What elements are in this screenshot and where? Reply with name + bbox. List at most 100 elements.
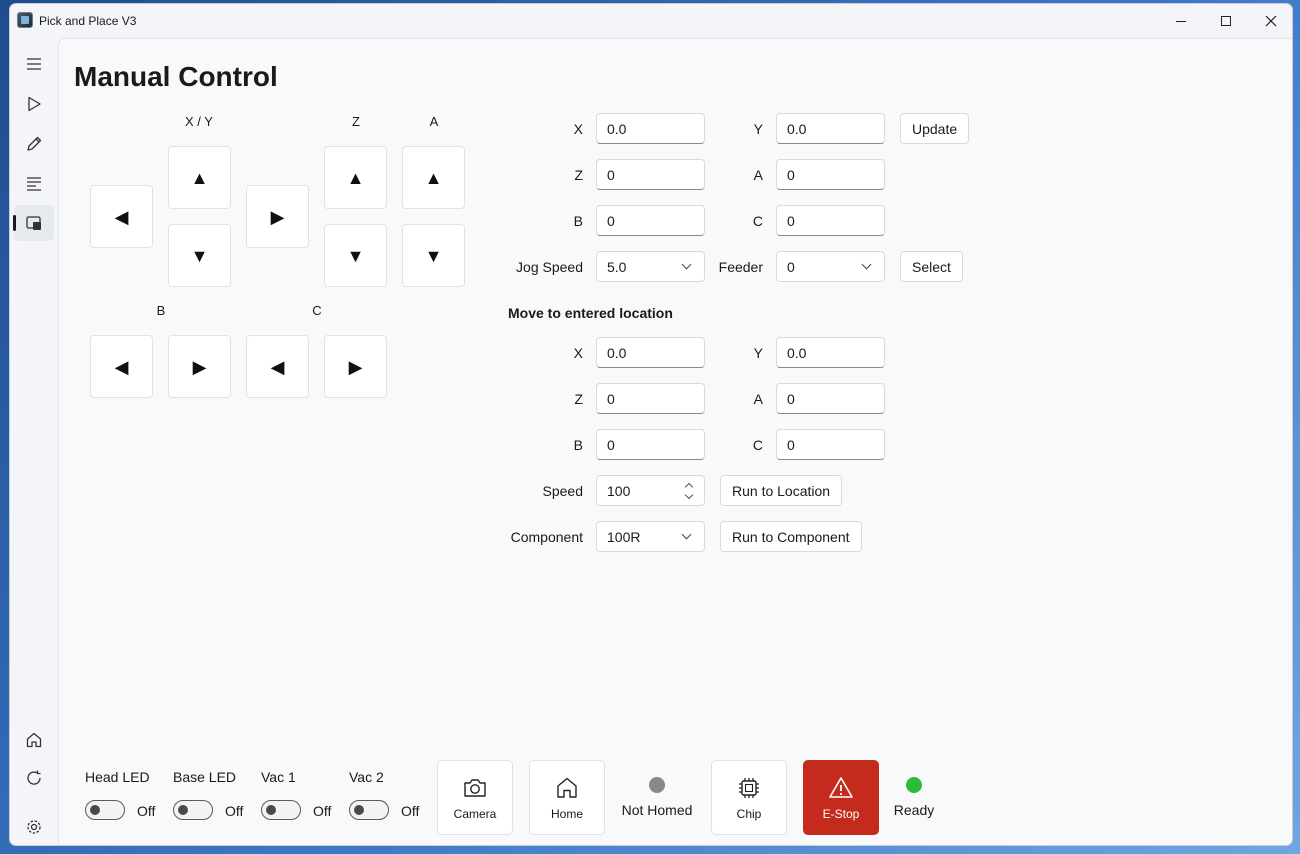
current-z-label: Z	[574, 167, 583, 183]
speed-stepper[interactable]: 100	[596, 475, 705, 506]
camera-button[interactable]: Camera	[437, 760, 513, 835]
window-title: Pick and Place V3	[39, 14, 137, 28]
app-icon	[17, 12, 33, 28]
feeder-value: 0	[787, 258, 795, 275]
z-axis-label: Z	[352, 114, 360, 129]
move-y-field[interactable]: 0.0	[776, 337, 885, 368]
feeder-label: Feeder	[718, 259, 763, 275]
chip-icon	[739, 777, 759, 798]
head-led-label: Head LED	[85, 769, 150, 785]
jog-a-down-button[interactable]: ▼	[402, 224, 465, 287]
jog-y-down-button[interactable]: ▼	[168, 224, 231, 287]
camera-icon	[464, 778, 486, 797]
vac1-toggle[interactable]	[261, 800, 301, 820]
update-button[interactable]: Update	[900, 113, 970, 144]
run-to-component-button[interactable]: Run to Component	[720, 521, 862, 552]
maximize-icon	[1221, 16, 1231, 26]
home-icon	[26, 732, 42, 748]
chip-button[interactable]: Chip	[711, 760, 787, 835]
xy-axis-label: X / Y	[185, 114, 213, 129]
move-z-label: Z	[574, 391, 583, 407]
vac1-label: Vac 1	[261, 769, 296, 785]
nav-manual-control-button[interactable]	[13, 205, 54, 241]
gear-icon	[27, 820, 41, 834]
list-icon	[27, 177, 41, 191]
current-c-field[interactable]: 0	[776, 205, 885, 236]
nav-run-button[interactable]	[14, 86, 54, 122]
close-icon	[1265, 15, 1277, 27]
ready-status-dot	[906, 777, 922, 793]
arrow-down-icon: ▼	[190, 245, 209, 266]
jog-z-up-button[interactable]: ▲	[324, 146, 387, 209]
b-axis-label: B	[156, 303, 166, 318]
main-content: Manual Control X / Y Z A B C ▲ ◀ ▶ ▼ ▲ ▼…	[58, 38, 1292, 845]
minimize-icon	[1176, 20, 1186, 22]
jog-x-left-button[interactable]: ◀	[90, 185, 153, 248]
jog-speed-value: 5.0	[607, 258, 627, 275]
close-button[interactable]	[1248, 4, 1292, 38]
title-bar: Pick and Place V3	[10, 4, 1292, 38]
select-feeder-button[interactable]: Select	[900, 251, 963, 282]
jog-y-up-button[interactable]: ▲	[168, 146, 231, 209]
refresh-icon	[27, 770, 41, 785]
spin-arrows-icon	[684, 482, 694, 499]
machine-icon	[26, 216, 41, 230]
vac2-toggle[interactable]	[349, 800, 389, 820]
move-c-field[interactable]: 0	[776, 429, 885, 460]
vac2-label: Vac 2	[349, 769, 384, 785]
current-a-label: A	[753, 167, 763, 183]
arrow-left-icon: ◀	[114, 206, 129, 227]
current-a-field[interactable]: 0	[776, 159, 885, 190]
arrow-left-icon: ◀	[114, 356, 129, 377]
jog-c-right-button[interactable]: ▶	[324, 335, 387, 398]
jog-speed-label: Jog Speed	[516, 259, 583, 275]
feeder-dropdown[interactable]: 0	[776, 251, 885, 282]
move-a-label: A	[753, 391, 763, 407]
chevron-down-icon	[861, 259, 872, 270]
jog-x-right-button[interactable]: ▶	[246, 185, 309, 248]
jog-b-left-button[interactable]: ◀	[90, 335, 153, 398]
current-b-label: B	[573, 213, 583, 229]
jog-b-right-button[interactable]: ▶	[168, 335, 231, 398]
vac1-state: Off	[313, 803, 332, 819]
current-y-field[interactable]: 0.0	[776, 113, 885, 144]
move-b-label: B	[573, 437, 583, 453]
chevron-down-icon	[681, 529, 692, 540]
page-title: Manual Control	[74, 61, 278, 92]
homed-status-dot	[649, 777, 665, 793]
jog-c-left-button[interactable]: ◀	[246, 335, 309, 398]
app-window: Pick and Place V3 Manual Control X / Y Z…	[9, 3, 1293, 846]
nav-list-button[interactable]	[14, 165, 54, 201]
head-led-toggle[interactable]	[85, 800, 125, 820]
move-a-field[interactable]: 0	[776, 383, 885, 414]
component-dropdown[interactable]: 100R	[596, 521, 705, 552]
estop-button[interactable]: E-Stop	[803, 760, 879, 835]
head-led-state: Off	[137, 803, 156, 819]
component-label: Component	[510, 529, 583, 545]
nav-refresh-button[interactable]	[14, 760, 54, 796]
arrow-right-icon: ▶	[348, 356, 363, 377]
jog-a-up-button[interactable]: ▲	[402, 146, 465, 209]
base-led-state: Off	[225, 803, 244, 819]
run-to-location-button[interactable]: Run to Location	[720, 475, 843, 506]
minimize-button[interactable]	[1158, 4, 1204, 38]
pencil-icon	[27, 136, 42, 151]
chip-label: Chip	[736, 806, 762, 821]
base-led-label: Base LED	[173, 769, 237, 785]
move-c-label: C	[752, 437, 763, 453]
base-led-toggle[interactable]	[173, 800, 213, 820]
nav-edit-button[interactable]	[14, 126, 54, 162]
nav-home-button[interactable]	[14, 722, 54, 758]
c-axis-label: C	[312, 303, 322, 318]
arrow-left-icon: ◀	[270, 356, 285, 377]
estop-label: E-Stop	[822, 806, 860, 821]
nav-settings-button[interactable]	[14, 809, 54, 845]
nav-menu-button[interactable]	[14, 46, 54, 82]
vac2-state: Off	[401, 803, 420, 819]
current-y-label: Y	[753, 121, 763, 137]
jog-z-down-button[interactable]: ▼	[324, 224, 387, 287]
home-machine-button[interactable]: Home	[529, 760, 605, 835]
maximize-button[interactable]	[1203, 4, 1249, 38]
arrow-down-icon: ▼	[346, 245, 365, 266]
play-icon	[28, 96, 41, 112]
